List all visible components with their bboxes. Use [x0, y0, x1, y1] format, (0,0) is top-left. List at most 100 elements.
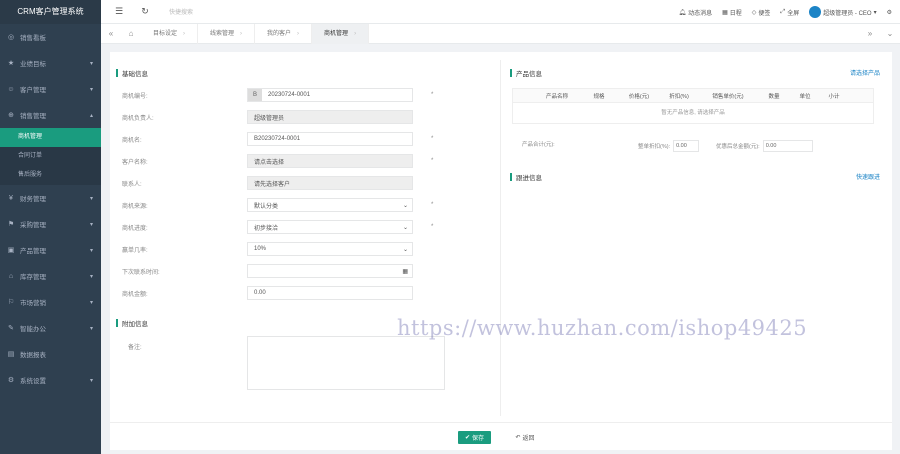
close-icon[interactable]: ›	[183, 31, 185, 37]
column-header: 折扣(%)	[669, 93, 689, 100]
user-menu[interactable]: 超级管理员 - CEO ▾	[809, 6, 877, 18]
tab[interactable]: 我的客户 ›	[255, 23, 313, 44]
calendar-icon[interactable]: ▦	[402, 268, 408, 275]
sidebar-item[interactable]: ¥ 财务管理 ▾	[0, 185, 101, 211]
field-input[interactable]: B20230724-0001	[247, 88, 413, 102]
home-icon[interactable]: ⌂	[121, 29, 141, 38]
sidebar-subitem[interactable]: 售后服务	[0, 166, 101, 185]
sidebar-item[interactable]: ⚑ 采购管理 ▾	[0, 211, 101, 237]
sidebar-item-label: 数据报表	[20, 352, 46, 359]
chevron-down-icon: ▾	[873, 9, 877, 16]
products-table-header: 产品名称 规格 价格(元) 折扣(%) 销售单价(元) 数量 单位 小计	[513, 89, 873, 103]
field-value: 请点击选择	[254, 159, 285, 166]
sidebar-subitem[interactable]: 合同订单	[0, 147, 101, 166]
form-footer: ✔ 保存 ↶ 返回	[110, 422, 892, 450]
tab-label: 我的客户	[267, 30, 292, 37]
form-row: 商机进度: 初步接洽 ⌄ *	[122, 220, 492, 234]
sidebar-item[interactable]: ⊕ 销售管理 ▴	[0, 102, 101, 128]
select-product-link[interactable]: 请选择产品	[850, 68, 880, 77]
field-input[interactable]: 请先选择客户	[247, 176, 413, 190]
tabs-menu-icon[interactable]: ⌄	[880, 29, 900, 38]
notes-button[interactable]: ◇ 便签	[752, 8, 771, 17]
tabs-prev-icon[interactable]: «	[101, 29, 121, 38]
caret-icon: ▾	[89, 273, 93, 280]
sidebar-item[interactable]: ✎ 智能办公 ▾	[0, 315, 101, 341]
sidebar-item-label: 智能办公	[20, 326, 46, 333]
field-label: 商机名:	[122, 137, 142, 144]
field-select[interactable]: 初步接洽 ⌄	[247, 220, 413, 234]
sidebar-submenu: 商机管理 合同订单 售后服务	[0, 128, 101, 185]
schedule-button[interactable]: ▦ 日程	[722, 8, 742, 17]
field-label: 商机进度:	[122, 225, 148, 232]
field-input[interactable]: ▦	[247, 264, 413, 278]
close-icon[interactable]: ›	[297, 31, 299, 37]
calendar-icon: ▦	[722, 9, 728, 16]
save-icon: ✔	[464, 435, 470, 441]
truck-icon: ⚑	[7, 221, 15, 228]
field-input[interactable]: 0.00	[247, 286, 413, 300]
close-icon[interactable]: ›	[240, 31, 242, 37]
sidebar-item-label: 市场营销	[20, 300, 46, 307]
tab[interactable]: 目标设定 ›	[141, 23, 199, 44]
tabs-next-icon[interactable]: »	[860, 29, 880, 38]
menu-toggle-icon[interactable]: ☰	[111, 6, 127, 17]
discount-label: 整单折扣(%):	[638, 144, 671, 150]
required-mark: *	[431, 202, 434, 208]
form-row: 商机编号: B 20230724-0001 *	[122, 88, 492, 102]
remark-textarea[interactable]	[247, 336, 445, 390]
sidebar-subitem[interactable]: 商机管理	[0, 128, 101, 147]
sidebar-item[interactable]: ☺ 客户管理 ▾	[0, 76, 101, 102]
field-input[interactable]: B20230724-0001	[247, 132, 413, 146]
back-button[interactable]: ↶ 返回	[510, 431, 540, 444]
notes-label: 便签	[758, 10, 771, 17]
column-header: 单位	[799, 93, 811, 100]
tab[interactable]: 线索管理 ›	[198, 23, 256, 44]
sidebar-item[interactable]: ◎ 销售看板	[0, 24, 101, 50]
required-mark: *	[431, 136, 434, 142]
caret-icon: ▾	[89, 86, 93, 93]
bell-icon: 🔔︎	[678, 9, 687, 16]
fullscreen-button[interactable]: ⤢ 全屏	[780, 8, 799, 17]
notifications-button[interactable]: 🔔︎ 动态消息	[678, 8, 712, 17]
form-row: 商机来源: 默认分类 ⌄ *	[122, 198, 492, 212]
field-value: 10%	[254, 246, 267, 252]
quick-followup-link[interactable]: 快速跟进	[856, 172, 880, 181]
field-select[interactable]: 默认分类 ⌄	[247, 198, 413, 212]
sidebar-item[interactable]: ⚐ 市场营销 ▾	[0, 289, 101, 315]
sidebar-item[interactable]: ⚙ 系统设置 ▾	[0, 367, 101, 393]
sidebar-item[interactable]: ⌂ 库存管理 ▾	[0, 263, 101, 289]
sidebar-item[interactable]: ▤ 数据报表	[0, 341, 101, 367]
form-row: 商机金额: 0.00	[122, 286, 492, 300]
refresh-icon[interactable]: ↻	[137, 6, 153, 17]
settings-icon[interactable]: ⚙	[887, 9, 892, 16]
sidebar-item-label: 销售看板	[20, 35, 46, 42]
final-amount-input[interactable]: 0.00	[762, 140, 813, 152]
save-button[interactable]: ✔ 保存	[458, 431, 491, 444]
field-select[interactable]: 10% ⌄	[247, 242, 413, 256]
chevron-down-icon: ⌄	[402, 202, 408, 209]
field-input[interactable]: 请点击选择	[247, 154, 413, 168]
expand-icon: ⤢	[780, 8, 786, 15]
tab[interactable]: 商机管理 ›	[312, 23, 370, 44]
close-icon[interactable]: ›	[354, 31, 356, 37]
field-prefix: B	[248, 89, 262, 101]
column-divider	[500, 60, 501, 416]
star-icon: ★	[7, 60, 15, 67]
schedule-label: 日程	[729, 10, 742, 17]
sidebar-item[interactable]: ▣ 产品管理 ▾	[0, 237, 101, 263]
field-label: 商机编号:	[122, 93, 148, 100]
final-amount-field: 优惠后总金额(元): 0.00	[716, 140, 813, 152]
caret-icon: ▾	[89, 247, 93, 254]
sidebar-item[interactable]: ★ 业绩目标 ▾	[0, 50, 101, 76]
column-header: 产品名称	[545, 93, 568, 100]
field-value: 初步接洽	[254, 225, 279, 232]
discount-input[interactable]: 0.00	[673, 140, 700, 152]
required-mark: *	[431, 92, 434, 98]
search-input[interactable]: 快捷搜索	[169, 7, 193, 16]
remark-label: 备注:	[128, 345, 142, 351]
notifications-label: 动态消息	[688, 10, 713, 17]
caret-icon: ▾	[89, 195, 93, 202]
flag-icon: ⚐	[7, 299, 15, 306]
gear-icon: ⚙	[7, 377, 15, 384]
field-input[interactable]: 超级管理员	[247, 110, 413, 124]
